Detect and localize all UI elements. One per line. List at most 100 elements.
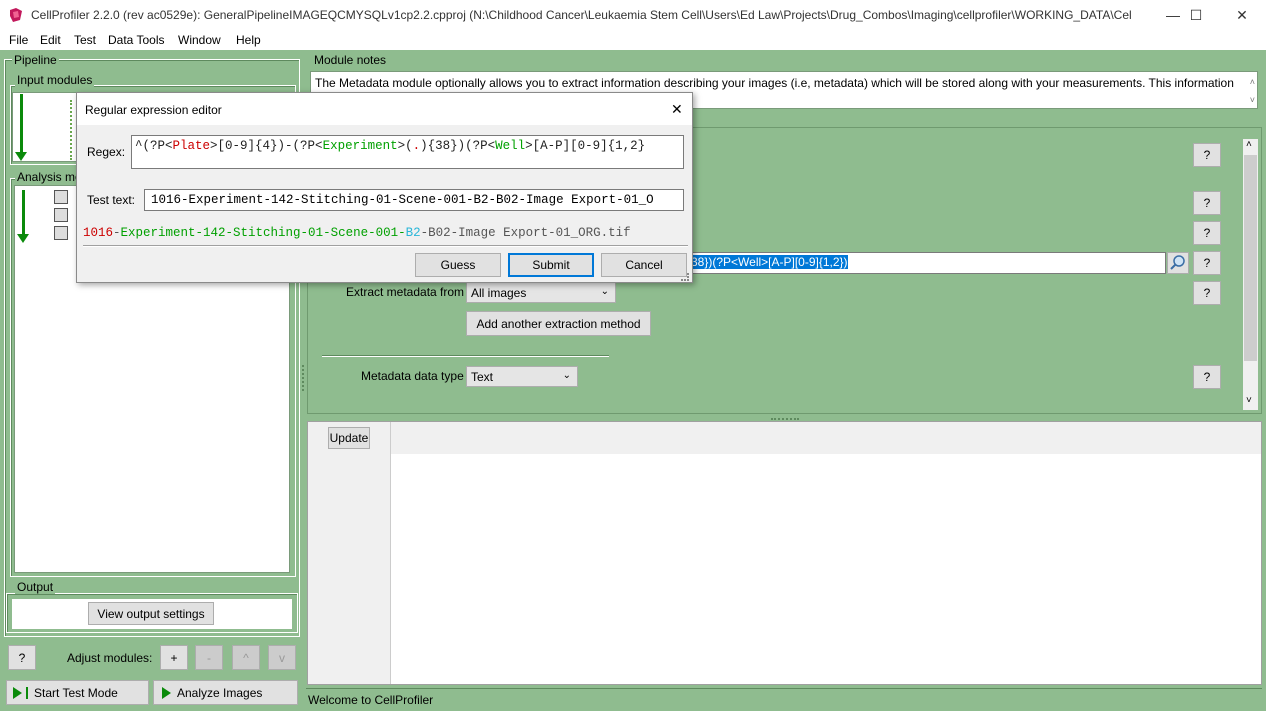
regex-editor-button[interactable]	[1167, 252, 1189, 274]
cancel-button[interactable]: Cancel	[601, 253, 687, 277]
dialog-divider	[83, 245, 688, 247]
menu-window[interactable]: Window	[178, 33, 221, 47]
settings-scrollbar[interactable]: ˄ ˅	[1243, 139, 1258, 410]
chevron-down-icon: ⌄	[600, 286, 609, 297]
help-button[interactable]: ?	[1193, 251, 1221, 275]
regex-part: ){38})(?P<	[420, 139, 496, 153]
preview-experiment: Experiment-142-Stitching-01-Scene-001-	[120, 226, 406, 240]
dialog-title: Regular expression editor	[85, 103, 222, 117]
test-text-input[interactable]: 1016-Experiment-142-Stitching-01-Scene-0…	[144, 189, 684, 211]
input-flow-arrow-icon	[15, 152, 27, 161]
menu-bar: File Edit Test Data Tools Window Help	[0, 30, 1266, 50]
metadata-data-type-select[interactable]: Text ⌄	[466, 366, 578, 387]
help-button[interactable]: ?	[1193, 365, 1221, 389]
module-eye-icon[interactable]	[54, 208, 68, 222]
analysis-modules-label: Analysis mo	[15, 170, 84, 184]
analysis-flow-arrow-icon	[17, 234, 29, 243]
regex-editor-input[interactable]: ^(?P<Plate>[0-9]{4})-(?P<Experiment>(.){…	[131, 135, 684, 169]
workspace-panel: Update	[307, 421, 1262, 685]
close-window-button[interactable]: ✕	[1219, 0, 1265, 30]
metadata-data-type-label: Metadata data type	[361, 369, 464, 383]
help-button[interactable]: ?	[1193, 143, 1221, 167]
regex-input-selected-text: 38})(?P<Well>[A-P][0-9]{1,2})	[691, 255, 848, 269]
update-button[interactable]: Update	[328, 427, 370, 449]
cellprofiler-logo-icon	[10, 8, 22, 22]
regex-group-experiment: Experiment	[322, 139, 398, 153]
horizontal-splitter[interactable]	[771, 418, 799, 420]
submit-button[interactable]: Submit	[508, 253, 594, 277]
view-output-settings-button[interactable]: View output settings	[88, 602, 214, 625]
help-button[interactable]: ?	[1193, 191, 1221, 215]
add-module-button[interactable]: +	[160, 645, 188, 670]
extract-metadata-from-select[interactable]: All images ⌄	[466, 282, 616, 303]
analysis-flow-line	[22, 190, 25, 234]
module-eye-icon[interactable]	[54, 226, 68, 240]
workspace-gutter	[308, 454, 390, 684]
help-button[interactable]: ?	[1193, 281, 1221, 305]
input-flow-line	[20, 94, 23, 152]
analyze-images-button[interactable]: Analyze Images	[153, 680, 298, 705]
workspace-toolbar	[308, 422, 1261, 454]
regex-part: .	[412, 139, 421, 153]
scroll-up-icon[interactable]: ˄	[1250, 74, 1255, 91]
guess-button[interactable]: Guess	[415, 253, 501, 277]
scroll-down-icon[interactable]: ˅	[1250, 92, 1255, 108]
vertical-splitter[interactable]	[302, 365, 304, 391]
module-eye-icon[interactable]	[54, 190, 68, 204]
play-icon	[13, 686, 22, 699]
menu-help[interactable]: Help	[236, 33, 261, 47]
match-preview: 1016-Experiment-142-Stitching-01-Scene-0…	[83, 225, 688, 243]
start-test-mode-label: Start Test Mode	[34, 685, 118, 700]
start-test-mode-button[interactable]: Start Test Mode	[6, 680, 149, 705]
regex-group-well: Well	[495, 139, 526, 153]
add-extraction-method-button[interactable]: Add another extraction method	[466, 311, 651, 336]
preview-rest: -B02-Image Export-01_ORG.tif	[420, 226, 631, 240]
window-title: CellProfiler 2.2.0 (rev ac0529e): Genera…	[31, 8, 1131, 22]
dialog-title-bar: Regular expression editor ✕	[77, 93, 692, 125]
scrollbar-thumb[interactable]	[1244, 155, 1257, 361]
test-text-value: 1016-Experiment-142-Stitching-01-Scene-0…	[151, 193, 654, 207]
pipeline-help-button[interactable]: ?	[8, 645, 36, 670]
regex-part: ^(?P<	[135, 139, 173, 153]
scroll-up-icon[interactable]: ˄	[1246, 139, 1252, 150]
move-module-up-button[interactable]: ^	[232, 645, 260, 670]
dialog-close-button[interactable]: ✕	[671, 101, 683, 118]
title-bar: CellProfiler 2.2.0 (rev ac0529e): Genera…	[0, 0, 1266, 30]
pipeline-label: Pipeline	[12, 53, 59, 67]
scroll-down-icon[interactable]: ˅	[1246, 395, 1252, 406]
help-button[interactable]: ?	[1193, 221, 1221, 245]
status-bar: Welcome to CellProfiler	[306, 688, 1262, 709]
regex-input[interactable]: 38})(?P<Well>[A-P][0-9]{1,2})	[686, 252, 1166, 274]
preview-well: B2	[405, 226, 421, 240]
regex-label: Regex:	[87, 145, 126, 159]
chevron-down-icon: ⌄	[562, 370, 571, 381]
regex-part: >[A-P][0-9]{1,2}	[525, 139, 646, 153]
resize-grip-icon[interactable]	[681, 273, 689, 281]
input-modules-label: Input modules	[15, 73, 95, 87]
regex-group-plate: Plate	[172, 139, 211, 153]
magnifier-icon	[1170, 255, 1185, 270]
extract-metadata-from-value: All images	[471, 285, 527, 300]
menu-test[interactable]: Test	[74, 33, 96, 47]
extract-metadata-from-label: Extract metadata from	[346, 285, 465, 299]
metadata-data-type-value: Text	[471, 369, 494, 384]
regex-part: >(	[397, 139, 413, 153]
menu-data-tools[interactable]: Data Tools	[108, 33, 164, 47]
maximize-button[interactable]: ☐	[1173, 0, 1219, 30]
output-label: Output	[15, 580, 56, 594]
menu-edit[interactable]: Edit	[40, 33, 61, 47]
remove-module-button[interactable]: -	[195, 645, 223, 670]
menu-file[interactable]: File	[9, 33, 28, 47]
status-text: Welcome to CellProfiler	[308, 693, 434, 707]
adjust-modules-label: Adjust modules:	[67, 651, 153, 665]
test-text-label: Test text:	[87, 193, 136, 207]
settings-divider	[322, 355, 609, 357]
analyze-images-label: Analyze Images	[177, 685, 263, 700]
module-notes-label: Module notes	[314, 53, 387, 67]
move-module-down-button[interactable]: v	[268, 645, 296, 670]
play-bar-icon	[26, 686, 28, 699]
play-icon	[162, 686, 171, 699]
regex-part: >[0-9]{4})-(?P<	[210, 139, 323, 153]
module-notes-line-1: The Metadata module optionally allows yo…	[315, 76, 1234, 90]
preview-plate: 1016	[83, 226, 114, 240]
